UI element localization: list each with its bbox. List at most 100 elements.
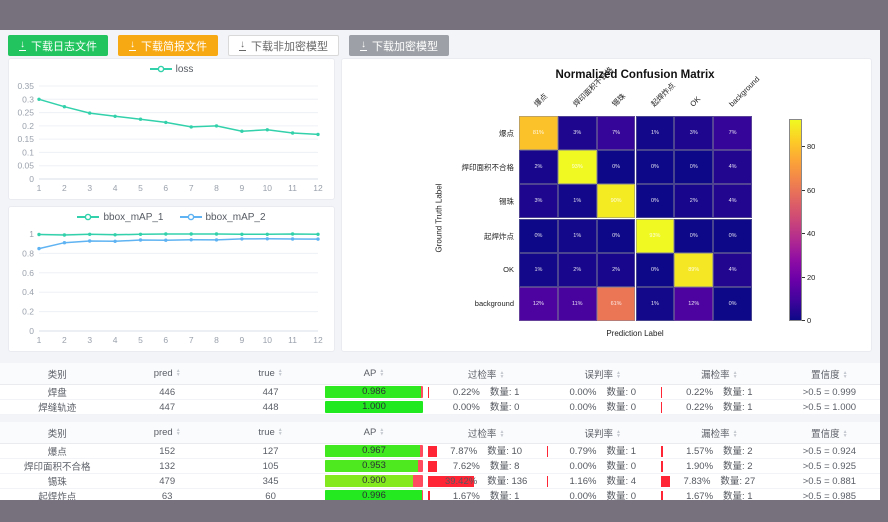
confusion-matrix-card: Normalized Confusion Matrix Ground Truth… (341, 58, 872, 352)
sort-icon[interactable]: ▲▼ (278, 369, 283, 377)
download-icon: ↓ (239, 40, 246, 51)
bottom-bar (0, 500, 888, 522)
col-header-over[interactable]: 过检率▲▼ (427, 422, 546, 444)
sort-icon[interactable]: ▲▼ (379, 428, 384, 436)
rate-percent: 0.22% (686, 386, 713, 399)
col-header-true[interactable]: true▲▼ (220, 422, 321, 444)
download-unencrypted-model-button[interactable]: ↓ 下载非加密模型 (228, 35, 339, 56)
legend-item-bbox_mAP_1[interactable]: bbox_mAP_1 (77, 212, 163, 223)
sort-icon[interactable]: ▲▼ (499, 371, 504, 379)
misjudge-rate-cell: 0.00%数量: 0 (546, 489, 660, 501)
confusion-matrix-cell: 61% (597, 287, 636, 321)
col-header-miss[interactable]: 漏检率▲▼ (660, 363, 779, 385)
col-header-true[interactable]: true▲▼ (220, 363, 321, 385)
col-header-ap[interactable]: AP▲▼ (321, 422, 427, 444)
sort-icon[interactable]: ▲▼ (176, 428, 181, 436)
col-header-over[interactable]: 过检率▲▼ (427, 363, 546, 385)
col-header-label: 过检率 (468, 429, 497, 440)
rate-count: 数量: 0 (606, 490, 636, 501)
svg-text:7: 7 (189, 183, 194, 193)
col-header-conf[interactable]: 置信度▲▼ (779, 422, 880, 444)
confusion-matrix-cell: 0% (636, 253, 675, 287)
confusion-matrix-cell-value: 1% (651, 301, 659, 307)
download-report-label: 下载简报文件 (141, 38, 207, 54)
ap-bar: 0.996 (325, 490, 423, 500)
confusion-matrix-cell-value: 4% (729, 198, 737, 204)
confusion-matrix-cell: 93% (636, 219, 675, 253)
download-icon: ↓ (19, 40, 26, 51)
confusion-matrix-row-label: background (448, 299, 514, 308)
svg-text:0.2: 0.2 (22, 121, 34, 131)
rate-percent: 0.00% (453, 401, 480, 414)
ap-value: 1.000 (325, 401, 423, 413)
rate-count: 数量: 0 (606, 460, 636, 473)
sort-icon[interactable]: ▲▼ (176, 369, 181, 377)
miss-rate-cell: 1.90% 数量: 2 (660, 459, 779, 474)
sort-icon[interactable]: ▲▼ (616, 371, 621, 379)
confusion-matrix-cell: 3% (558, 116, 597, 150)
rate-wrap: 1.16%数量: 4 (547, 475, 659, 488)
download-log-button[interactable]: ↓ 下载日志文件 (8, 35, 108, 56)
sort-icon[interactable]: ▲▼ (843, 430, 848, 438)
rate-percent: 1.67% (686, 490, 713, 501)
confusion-matrix-cell-value: 0% (534, 233, 542, 239)
rate-text: 1.67%数量: 1 (428, 490, 545, 501)
rate-count: 数量: 0 (606, 401, 636, 414)
misjudge-rate-cell: 0.00%数量: 0 (546, 400, 660, 415)
loss-chart: 00.050.10.150.20.250.30.3512345678910111… (9, 79, 334, 200)
col-header-miss[interactable]: 漏检率▲▼ (660, 422, 779, 444)
col-header-pred[interactable]: pred▲▼ (114, 363, 220, 385)
sort-icon[interactable]: ▲▼ (499, 430, 504, 438)
confusion-matrix-cell-value: 12% (533, 301, 544, 307)
confusion-matrix-cell-value: 90% (611, 198, 622, 204)
svg-text:11: 11 (288, 335, 297, 345)
col-header-label: 误判率 (585, 370, 614, 381)
col-header-ap[interactable]: AP▲▼ (321, 363, 427, 385)
rate-percent: 7.87% (450, 445, 477, 458)
col-header-mis[interactable]: 误判率▲▼ (546, 422, 660, 444)
col-header-label: 漏检率 (701, 370, 730, 381)
rate-count: 数量: 136 (487, 475, 527, 488)
true-count-cell: 345 (220, 474, 321, 489)
confusion-matrix-col-label: 锡珠 (610, 91, 629, 110)
col-header-mis[interactable]: 误判率▲▼ (546, 363, 660, 385)
confusion-matrix-cell-value: 1% (573, 233, 581, 239)
confusion-matrix-cell: 2% (597, 253, 636, 287)
legend-item-loss[interactable]: loss (150, 64, 194, 75)
ap-cell: 0.900 (321, 474, 427, 489)
rate-percent: 1.90% (686, 460, 713, 473)
col-header-conf[interactable]: 置信度▲▼ (779, 363, 880, 385)
rate-wrap: 0.00%数量: 0 (547, 460, 659, 473)
sort-icon[interactable]: ▲▼ (616, 430, 621, 438)
sort-icon[interactable]: ▲▼ (379, 369, 384, 377)
rate-count: 数量: 1 (723, 386, 753, 399)
download-encrypted-model-button[interactable]: ↓ 下载加密模型 (349, 35, 449, 56)
confusion-matrix-cell-value: 0% (612, 164, 620, 170)
sort-icon[interactable]: ▲▼ (278, 428, 283, 436)
rate-count: 数量: 2 (723, 460, 753, 473)
ap-value: 0.996 (325, 490, 423, 500)
sort-icon[interactable]: ▲▼ (733, 430, 738, 438)
svg-text:4: 4 (113, 183, 118, 193)
confidence-cell: >0.5 = 0.985 (779, 489, 880, 501)
true-count-cell: 127 (220, 444, 321, 459)
sort-icon[interactable]: ▲▼ (733, 371, 738, 379)
download-log-label: 下载日志文件 (31, 38, 97, 54)
results-table: 类别pred▲▼true▲▼AP▲▼过检率▲▼误判率▲▼漏检率▲▼置信度▲▼爆点… (0, 422, 880, 500)
colorbar (789, 119, 802, 321)
col-header-pred[interactable]: pred▲▼ (114, 422, 220, 444)
svg-text:12: 12 (313, 335, 323, 345)
legend-item-bbox_mAP_2[interactable]: bbox_mAP_2 (180, 212, 266, 223)
confusion-matrix-col-label: 爆点 (532, 91, 551, 110)
confusion-matrix-cell-value: 2% (573, 267, 581, 273)
download-report-button[interactable]: ↓ 下载简报文件 (118, 35, 218, 56)
rate-text: 1.16%数量: 4 (547, 475, 659, 488)
sort-icon[interactable]: ▲▼ (843, 371, 848, 379)
rate-text: 1.90% 数量: 2 (661, 460, 778, 473)
confusion-matrix-cell-value: 3% (573, 130, 581, 136)
misjudge-rate-cell: 0.00%数量: 0 (546, 459, 660, 474)
map-chart-card: bbox_mAP_1bbox_mAP_2 00.20.40.60.8112345… (8, 206, 335, 352)
confusion-matrix-cell: 7% (597, 116, 636, 150)
table-row: 焊印面积不合格1321050.9537.62%数量: 80.00%数量: 01.… (0, 459, 880, 474)
confusion-matrix-col-label: OK (687, 94, 703, 110)
